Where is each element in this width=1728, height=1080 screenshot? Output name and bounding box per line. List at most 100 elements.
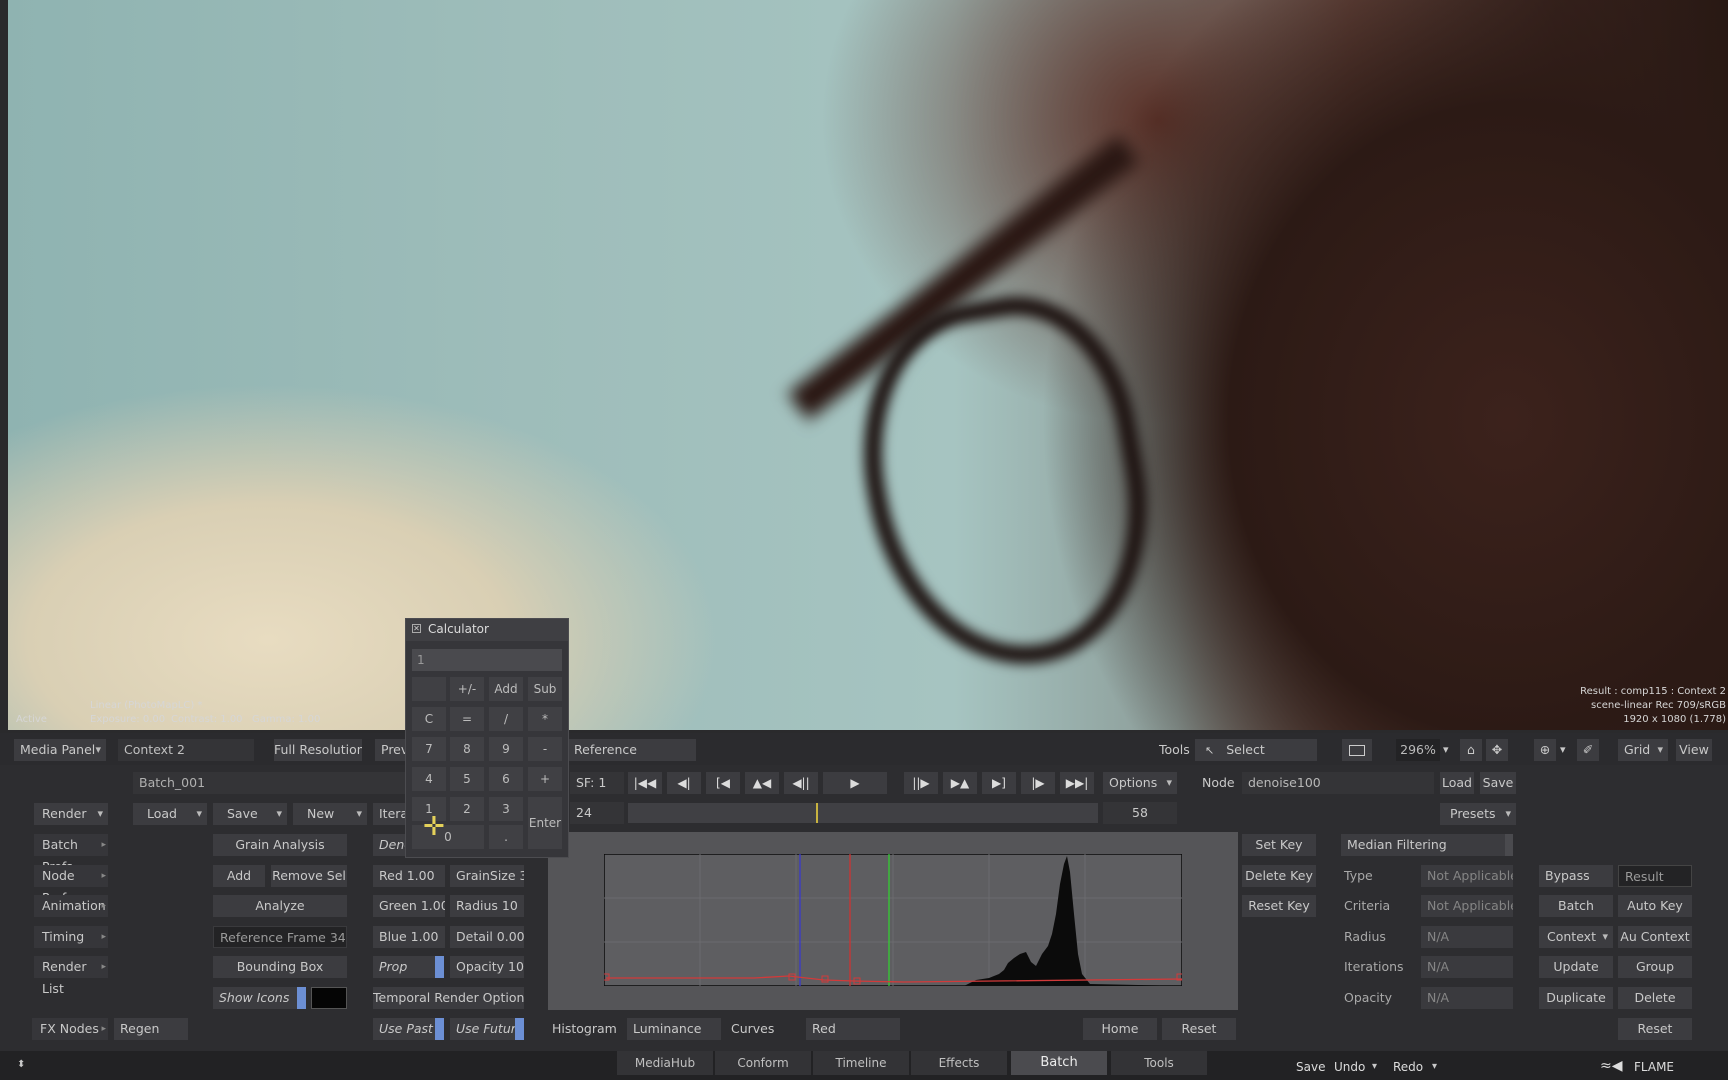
next-mark-button[interactable]: ▶▲ <box>943 772 977 794</box>
sidebar-item-animation[interactable]: Animation <box>34 895 108 917</box>
calc-key-2[interactable]: 2 <box>450 797 484 821</box>
set-key-button[interactable]: Set Key <box>1242 834 1316 856</box>
calc-key-6[interactable]: 6 <box>489 767 523 791</box>
histogram-reset-button[interactable]: Reset <box>1162 1018 1236 1040</box>
blue-field[interactable]: Blue 1.00 <box>373 926 445 948</box>
group-button[interactable]: Group <box>1618 956 1692 978</box>
grain-analysis-button[interactable]: Grain Analysis <box>213 834 347 856</box>
batch-save-dropdown[interactable]: Save <box>213 803 287 825</box>
add-button[interactable]: Add <box>213 865 265 887</box>
presets-dropdown[interactable]: Presets <box>1440 803 1516 825</box>
calc-key-plus-minus[interactable]: +/- <box>450 677 484 701</box>
home-button[interactable]: Home <box>1083 1018 1157 1040</box>
play-button[interactable]: ▶ <box>823 772 887 794</box>
batch-new-dropdown[interactable]: New <box>293 803 367 825</box>
options-dropdown[interactable]: Options <box>1103 772 1177 794</box>
use-future-toggle[interactable]: Use Future <box>450 1018 515 1040</box>
calc-key-9[interactable]: 9 <box>489 737 523 761</box>
timeline-scrubber[interactable] <box>628 803 1098 823</box>
footer-redo-button[interactable]: Redo <box>1393 1056 1423 1078</box>
calc-key-clear[interactable]: C <box>412 707 446 731</box>
frame-end-field[interactable]: 58 <box>1103 802 1177 824</box>
tab-batch[interactable]: Batch <box>1011 1051 1107 1075</box>
histogram-graph[interactable] <box>604 854 1182 986</box>
bypass-button[interactable]: Bypass <box>1539 865 1613 887</box>
median-filtering-dropdown[interactable]: Median Filtering <box>1341 834 1511 856</box>
sidebar-item-node-prefs[interactable]: Node Prefs <box>34 865 108 905</box>
calc-key-divide[interactable]: / <box>489 707 523 731</box>
au-context-button[interactable]: Au Context <box>1618 926 1692 948</box>
reference-frame-field[interactable]: Reference Frame 34 <box>213 926 347 948</box>
grid-dropdown[interactable]: Grid <box>1618 739 1668 761</box>
frame-aspect-button[interactable] <box>1342 739 1372 761</box>
media-panel-dropdown[interactable]: Media Panel <box>14 739 106 761</box>
calc-key-4[interactable]: 4 <box>412 767 446 791</box>
remove-sel-button[interactable]: Remove Sel <box>271 865 347 887</box>
calc-key-plus[interactable]: + <box>528 767 562 791</box>
color-swatch[interactable] <box>311 987 347 1009</box>
batch-name-field[interactable]: Batch_001 <box>133 772 413 794</box>
crosshair-dropdown-icon[interactable]: ▾ <box>1560 739 1566 761</box>
calc-key-multiply[interactable]: * <box>528 707 562 731</box>
frame-start-field[interactable]: 24 <box>570 802 624 824</box>
green-field[interactable]: Green 1.00 <box>373 895 445 917</box>
red-channel-dropdown[interactable]: Red <box>806 1018 900 1040</box>
calculator-window[interactable]: ✕ Calculator 1 +/- Add Sub C = / * 7 8 9… <box>405 618 569 858</box>
luminance-dropdown[interactable]: Luminance <box>627 1018 721 1040</box>
node-name-field[interactable]: denoise100 <box>1242 772 1434 794</box>
fx-nodes-button[interactable]: FX Nodes <box>32 1018 108 1040</box>
calc-key-8[interactable]: 8 <box>450 737 484 761</box>
reset-key-button[interactable]: Reset Key <box>1242 895 1316 917</box>
temporal-render-options-button[interactable]: Temporal Render Options <box>373 987 524 1009</box>
use-past-toggle[interactable]: Use Past <box>373 1018 435 1040</box>
footer-undo-button[interactable]: Undo <box>1334 1056 1365 1078</box>
bounding-box-button[interactable]: Bounding Box <box>213 956 347 978</box>
in-point-button[interactable]: [◀ <box>706 772 740 794</box>
undo-dropdown-icon[interactable]: ▾ <box>1372 1056 1377 1078</box>
prev-mark-button[interactable]: ▲◀ <box>745 772 779 794</box>
node-save-button[interactable]: Save <box>1480 772 1516 794</box>
tab-conform[interactable]: Conform <box>715 1051 811 1075</box>
analyze-button[interactable]: Analyze <box>213 895 347 917</box>
next-key-button[interactable]: |▶ <box>1021 772 1055 794</box>
expand-arrow-icon[interactable]: ⬍ <box>17 1054 25 1076</box>
regen-button[interactable]: Regen <box>114 1018 188 1040</box>
show-icons-toggle[interactable]: Show Icons <box>213 987 297 1009</box>
calc-key-blank[interactable] <box>412 677 446 701</box>
prop-toggle[interactable]: Prop <box>373 956 435 978</box>
update-button[interactable]: Update <box>1539 956 1613 978</box>
sidebar-item-batch-prefs[interactable]: Batch Prefs <box>34 834 108 874</box>
calc-key-5[interactable]: 5 <box>450 767 484 791</box>
calc-key-7[interactable]: 7 <box>412 737 446 761</box>
delete-button[interactable]: Delete <box>1618 987 1692 1009</box>
first-frame-button[interactable]: |◀◀ <box>628 772 662 794</box>
duplicate-button[interactable]: Duplicate <box>1539 987 1613 1009</box>
delete-key-button[interactable]: Delete Key <box>1242 865 1316 887</box>
batch-load-dropdown[interactable]: Load <box>133 803 207 825</box>
opacity-field[interactable]: Opacity 100% <box>450 956 524 978</box>
calculator-display[interactable]: 1 <box>412 649 562 671</box>
step-forward-button[interactable]: ||▶ <box>904 772 938 794</box>
crosshair-button[interactable]: ⊕ <box>1534 739 1556 761</box>
out-point-button[interactable]: ▶] <box>982 772 1016 794</box>
reset-button[interactable]: Reset <box>1618 1018 1692 1040</box>
detail-field[interactable]: Detail 0.00 <box>450 926 524 948</box>
calc-key-add[interactable]: Add <box>489 677 523 701</box>
home-view-button[interactable]: ⌂ <box>1460 739 1482 761</box>
sidebar-item-render-list[interactable]: Render List <box>34 956 108 996</box>
calc-key-decimal[interactable]: . <box>489 825 523 849</box>
sidebar-item-timing[interactable]: Timing <box>34 926 108 948</box>
context-dropdown[interactable]: Context <box>1539 926 1613 948</box>
reference-button[interactable]: Reference <box>568 739 696 761</box>
calc-key-minus[interactable]: - <box>528 737 562 761</box>
calc-key-enter[interactable]: Enter <box>528 797 562 849</box>
node-load-button[interactable]: Load <box>1440 772 1474 794</box>
footer-save-button[interactable]: Save <box>1296 1056 1325 1078</box>
calc-key-sub[interactable]: Sub <box>528 677 562 701</box>
full-resolution-button[interactable]: Full Resolution <box>274 739 362 761</box>
red-field[interactable]: Red 1.00 <box>373 865 445 887</box>
radius-field[interactable]: Radius 10 <box>450 895 524 917</box>
auto-key-button[interactable]: Auto Key <box>1618 895 1692 917</box>
image-viewer[interactable]: Linear (PhotoMapLC) * Exposure: 0.00 Con… <box>8 0 1728 730</box>
batch-button[interactable]: Batch <box>1539 895 1613 917</box>
